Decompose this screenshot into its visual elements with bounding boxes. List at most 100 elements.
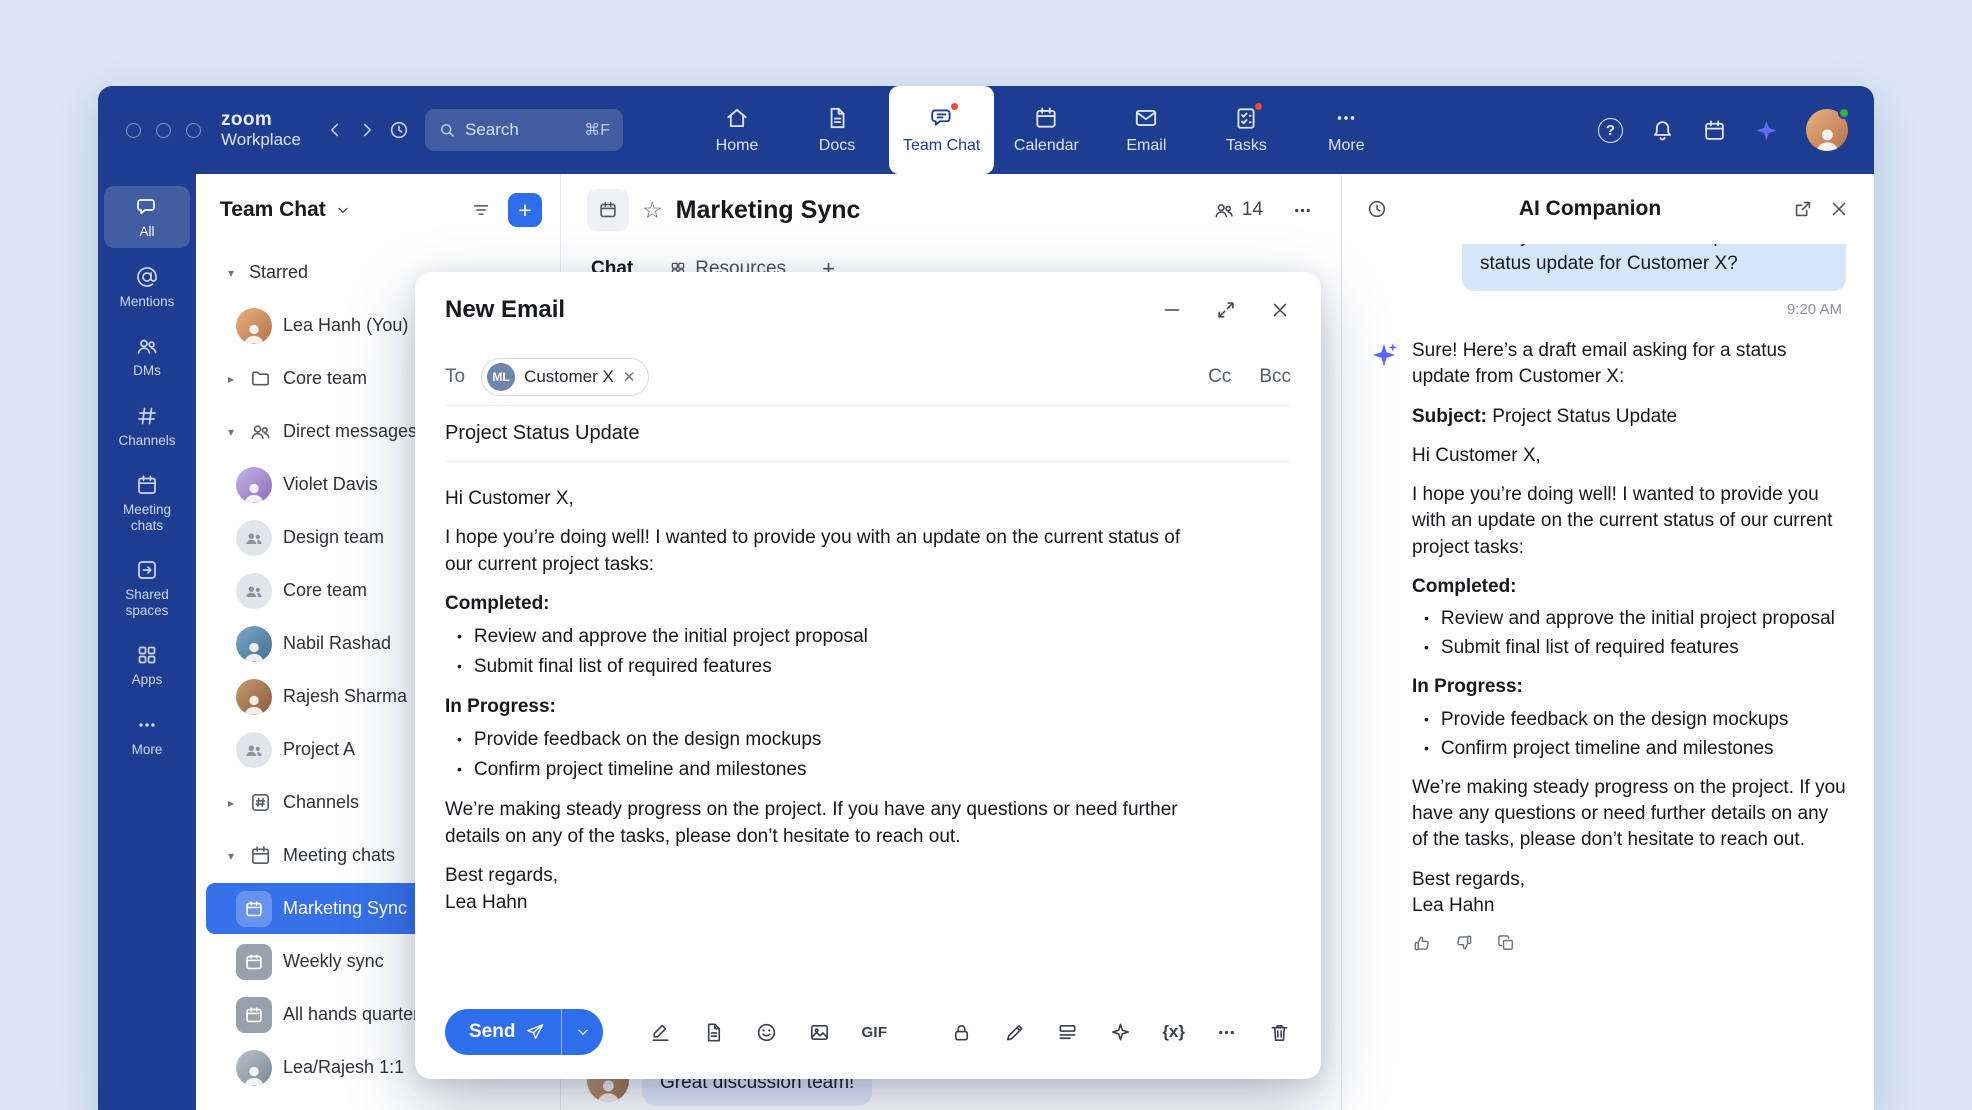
send-button[interactable]: Send bbox=[445, 1009, 561, 1055]
nav-calendar[interactable]: Calendar bbox=[998, 86, 1094, 174]
email-inprogress-label: In Progress: bbox=[445, 694, 1185, 721]
bullet-item: •Confirm project timeline and milestones bbox=[1412, 736, 1846, 762]
nav-email[interactable]: Email bbox=[1098, 86, 1194, 174]
ai-timestamp: 9:20 AM bbox=[1370, 301, 1842, 318]
traffic-light-zoom[interactable] bbox=[186, 123, 201, 138]
search-input[interactable]: Search ⌘F bbox=[425, 109, 623, 151]
rail-item-meeting-chats[interactable]: Meeting chats bbox=[104, 464, 190, 541]
remove-recipient-button[interactable]: ✕ bbox=[623, 368, 636, 386]
chevron-down-icon[interactable] bbox=[335, 202, 351, 218]
rail-item-more[interactable]: More bbox=[104, 704, 190, 766]
email-inprogress-list: •Provide feedback on the design mockups … bbox=[445, 727, 1185, 784]
apps-icon bbox=[135, 643, 159, 667]
email-greeting: Hi Customer X, bbox=[445, 486, 1185, 513]
meeting-avatar bbox=[236, 891, 272, 927]
window-traffic-lights[interactable] bbox=[126, 123, 201, 138]
new-chat-button[interactable]: + bbox=[508, 193, 542, 227]
people-icon bbox=[1213, 199, 1235, 221]
group-avatar bbox=[236, 732, 272, 768]
rail-item-dms[interactable]: DMs bbox=[104, 325, 190, 387]
discard-draft-button[interactable] bbox=[1268, 1019, 1291, 1045]
bcc-button[interactable]: Bcc bbox=[1259, 366, 1291, 388]
calendar-icon bbox=[243, 1004, 265, 1026]
subject-field[interactable]: Project Status Update bbox=[445, 406, 1291, 462]
history-button[interactable] bbox=[383, 112, 415, 148]
caret-right-icon[interactable]: ▸ bbox=[224, 796, 238, 810]
caret-down-icon[interactable]: ▾ bbox=[224, 425, 238, 439]
search-shortcut: ⌘F bbox=[584, 120, 610, 140]
ai-panel-title: AI Companion bbox=[1402, 197, 1778, 221]
back-button[interactable] bbox=[319, 112, 351, 148]
left-rail: All Mentions DMs Channels Meeting chats … bbox=[98, 174, 196, 1110]
forward-button[interactable] bbox=[351, 112, 383, 148]
bullet-text: Confirm project timeline and milestones bbox=[474, 757, 807, 784]
ai-close-button[interactable] bbox=[1828, 198, 1850, 220]
minimize-button[interactable] bbox=[1161, 299, 1183, 321]
send-options-button[interactable] bbox=[561, 1009, 603, 1055]
nav-more[interactable]: More bbox=[1298, 86, 1394, 174]
item-label: Violet Davis bbox=[283, 474, 378, 495]
caret-down-icon[interactable]: ▾ bbox=[224, 849, 238, 863]
traffic-light-close[interactable] bbox=[126, 123, 141, 138]
filter-button[interactable] bbox=[470, 199, 492, 221]
nav-team-chat[interactable]: Team Chat bbox=[889, 86, 994, 174]
emoji-button[interactable] bbox=[755, 1019, 778, 1045]
close-button[interactable] bbox=[1269, 299, 1291, 321]
meeting-avatar bbox=[236, 944, 272, 980]
copy-button[interactable] bbox=[1496, 933, 1516, 953]
variables-button[interactable]: {x} bbox=[1162, 1019, 1185, 1045]
channel-more-button[interactable] bbox=[1289, 197, 1315, 223]
ai-popout-button[interactable] bbox=[1792, 198, 1814, 220]
item-label: Core team bbox=[283, 580, 367, 601]
ai-inprogress-label: In Progress: bbox=[1412, 674, 1846, 700]
channel-title: Marketing Sync bbox=[676, 196, 861, 225]
help-button[interactable]: ? bbox=[1598, 118, 1623, 143]
notifications-button[interactable] bbox=[1650, 118, 1675, 143]
more-tools-button[interactable] bbox=[1215, 1019, 1238, 1045]
user-avatar[interactable] bbox=[1806, 109, 1848, 151]
caret-down-icon[interactable]: ▾ bbox=[224, 266, 238, 280]
nav-home[interactable]: Home bbox=[689, 86, 785, 174]
ai-companion-button[interactable] bbox=[1754, 118, 1779, 143]
online-status-dot bbox=[1838, 107, 1850, 119]
docs-icon bbox=[824, 105, 850, 131]
rail-item-all[interactable]: All bbox=[104, 186, 190, 248]
signature-button[interactable] bbox=[649, 1019, 672, 1045]
rail-item-channels[interactable]: Channels bbox=[104, 395, 190, 457]
section-label: Direct messages bbox=[283, 421, 417, 442]
thumbs-down-button[interactable] bbox=[1454, 933, 1474, 953]
nav-tasks[interactable]: Tasks bbox=[1198, 86, 1294, 174]
edit-button[interactable] bbox=[1003, 1019, 1026, 1045]
image-button[interactable] bbox=[808, 1019, 831, 1045]
encrypt-button[interactable] bbox=[950, 1019, 973, 1045]
recipient-chip[interactable]: ML Customer X ✕ bbox=[481, 358, 649, 396]
nav-docs[interactable]: Docs bbox=[789, 86, 885, 174]
thumbs-up-button[interactable] bbox=[1412, 933, 1432, 953]
sidebar-title[interactable]: Team Chat bbox=[220, 198, 326, 222]
traffic-light-minimize[interactable] bbox=[156, 123, 171, 138]
star-channel-button[interactable]: ☆ bbox=[642, 199, 663, 222]
email-icon bbox=[1133, 105, 1159, 131]
email-body-editor[interactable]: Hi Customer X, I hope you’re doing well!… bbox=[445, 462, 1185, 993]
logo-product: Workplace bbox=[221, 131, 301, 150]
template-button[interactable] bbox=[702, 1019, 725, 1045]
ai-history-button[interactable] bbox=[1366, 198, 1388, 220]
close-icon bbox=[1828, 198, 1850, 220]
rail-item-mentions[interactable]: Mentions bbox=[104, 256, 190, 318]
more-icon bbox=[1333, 105, 1359, 131]
bullet-text: Provide feedback on the design mockups bbox=[474, 727, 822, 754]
filter-icon bbox=[470, 199, 492, 221]
expand-button[interactable] bbox=[1215, 299, 1237, 321]
meeting-calendar-icon bbox=[249, 844, 272, 867]
members-button[interactable]: 14 bbox=[1213, 199, 1263, 221]
gif-button[interactable]: GIF bbox=[861, 1019, 887, 1045]
layout-button[interactable] bbox=[1056, 1019, 1079, 1045]
ai-compose-button[interactable] bbox=[1109, 1019, 1132, 1045]
calendar-shortcut-button[interactable] bbox=[1702, 118, 1727, 143]
cc-button[interactable]: Cc bbox=[1208, 366, 1231, 388]
bullet-dot: • bbox=[457, 757, 462, 784]
rail-item-apps[interactable]: Apps bbox=[104, 634, 190, 696]
caret-right-icon[interactable]: ▸ bbox=[224, 372, 238, 386]
to-field[interactable]: To ML Customer X ✕ Cc Bcc bbox=[445, 348, 1291, 406]
rail-item-shared-spaces[interactable]: Shared spaces bbox=[104, 549, 190, 626]
